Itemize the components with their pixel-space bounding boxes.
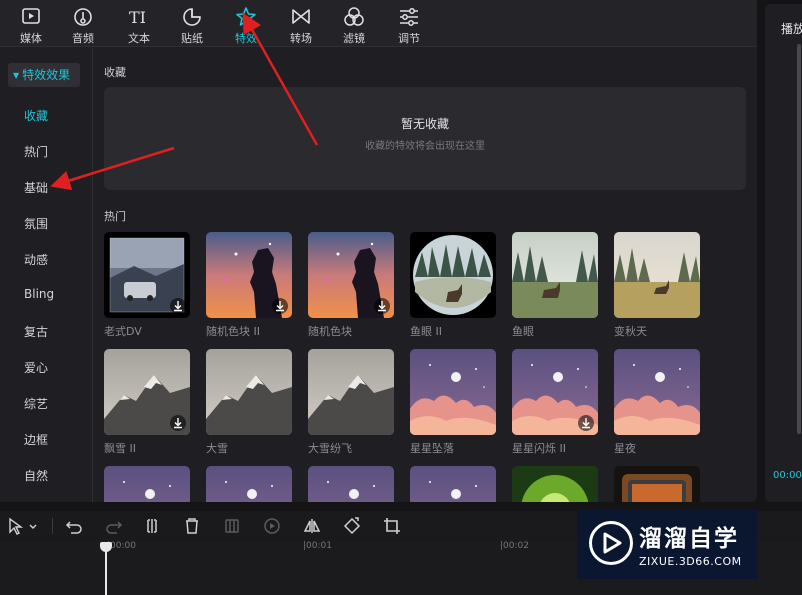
annotation-arrow-sidebar	[50, 146, 175, 191]
annotation-arrow-tab	[242, 12, 319, 146]
annotation-arrows	[50, 12, 319, 191]
